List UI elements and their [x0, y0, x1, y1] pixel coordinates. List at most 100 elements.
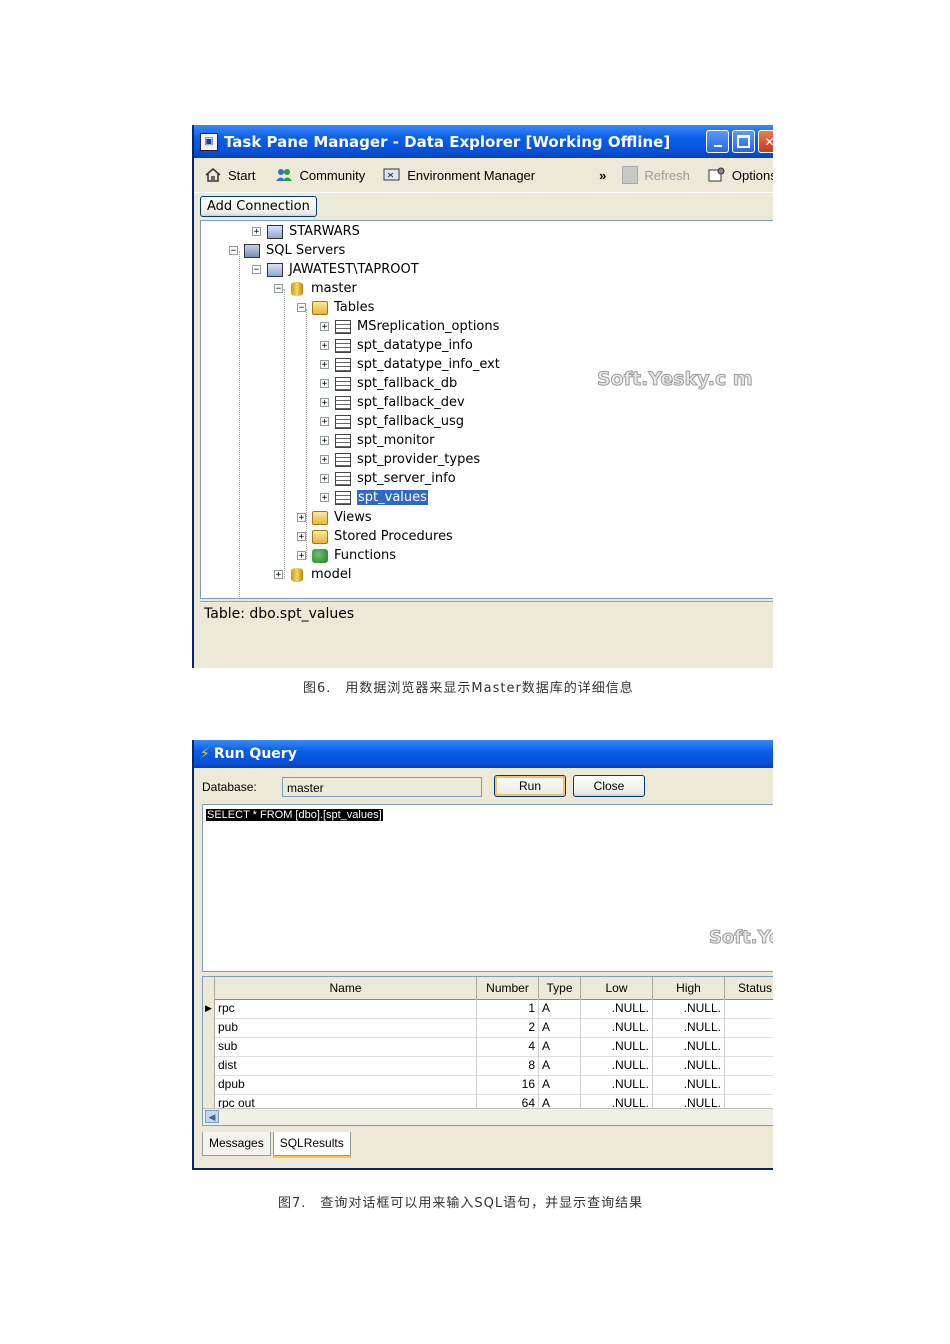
- expand-icon[interactable]: +: [297, 532, 306, 542]
- tree-node-label: spt_server_info: [357, 471, 456, 486]
- cell-name: dpub: [215, 1075, 477, 1094]
- cell-type: A: [539, 1075, 581, 1094]
- tree-node-table[interactable]: + spt_provider_types: [320, 450, 480, 469]
- tree-node-sql-servers[interactable]: − SQL Servers: [229, 241, 345, 260]
- tree-node-tables[interactable]: − Tables: [297, 298, 374, 317]
- refresh-button[interactable]: Refresh: [622, 166, 690, 184]
- tree-node-table[interactable]: + spt_datatype_info: [320, 336, 473, 355]
- tree-node-table[interactable]: + spt_monitor: [320, 431, 435, 450]
- toolbar: Start Community Environment Manager » Re…: [194, 158, 773, 193]
- add-connection-button[interactable]: Add Connection: [200, 195, 317, 217]
- cell-high: .NULL.: [653, 1037, 725, 1056]
- tree-node-table[interactable]: + spt_server_info: [320, 469, 456, 488]
- scroll-left-icon[interactable]: ◀: [205, 1110, 219, 1123]
- expand-icon[interactable]: +: [320, 341, 329, 351]
- current-row-indicator-icon: ▶: [203, 999, 215, 1018]
- tree-node-starwars[interactable]: + STARWARS: [252, 222, 360, 241]
- tree-node-server[interactable]: − JAWATEST\TAPROOT: [252, 260, 419, 279]
- minimize-button[interactable]: [706, 130, 729, 153]
- table-icon: [335, 452, 351, 467]
- column-header[interactable]: Number: [477, 977, 539, 999]
- tree-node-table-selected[interactable]: + spt_values: [320, 488, 429, 507]
- column-header[interactable]: Low: [581, 977, 653, 999]
- cell-status: [725, 1018, 773, 1037]
- collapse-icon[interactable]: −: [229, 246, 238, 256]
- sql-editor[interactable]: SELECT * FROM [dbo].[spt_values] Soft.Ye: [202, 804, 773, 972]
- expand-icon[interactable]: +: [320, 493, 329, 503]
- start-label: Start: [228, 167, 256, 183]
- maximize-button[interactable]: [732, 130, 755, 153]
- close-window-button[interactable]: ✕: [758, 130, 773, 153]
- table-row[interactable]: ▶ rpc 1 A .NULL. .NULL.: [203, 999, 773, 1019]
- expand-icon[interactable]: +: [320, 322, 329, 332]
- tree-guide-line: [284, 289, 285, 579]
- expand-icon[interactable]: +: [252, 227, 261, 237]
- refresh-label: Refresh: [644, 167, 690, 183]
- database-row: Database: master Run Close: [202, 775, 773, 798]
- collapse-icon[interactable]: −: [252, 265, 261, 275]
- tree-node-table[interactable]: + spt_datatype_info_ext: [320, 355, 500, 374]
- expand-icon[interactable]: +: [274, 570, 283, 580]
- horizontal-scrollbar[interactable]: ◀: [203, 1108, 773, 1125]
- cell-name: dist: [215, 1056, 477, 1075]
- options-icon: [708, 167, 726, 183]
- home-icon: [204, 167, 222, 183]
- tree-node-master[interactable]: − master: [274, 279, 357, 298]
- column-header[interactable]: High: [653, 977, 725, 999]
- community-label: Community: [299, 167, 366, 183]
- toolbar-overflow-chevron[interactable]: »: [599, 168, 606, 183]
- table-row[interactable]: dist 8 A .NULL. .NULL.: [203, 1056, 773, 1076]
- cell-type: A: [539, 999, 581, 1018]
- collapse-icon[interactable]: −: [297, 303, 306, 313]
- expand-icon[interactable]: +: [320, 474, 329, 484]
- tab-messages[interactable]: Messages: [202, 1132, 271, 1156]
- tree-node-label: spt_fallback_db: [357, 376, 458, 391]
- row-header-corner: [203, 977, 215, 999]
- collapse-icon[interactable]: −: [274, 284, 283, 294]
- data-explorer-tree[interactable]: + STARWARS − SQL Servers − JAWATEST\TAPR…: [200, 220, 773, 599]
- start-button[interactable]: Start: [204, 167, 255, 183]
- run-button[interactable]: Run: [494, 775, 566, 797]
- tree-node-table[interactable]: + spt_fallback_dev: [320, 393, 465, 412]
- column-header[interactable]: Name: [215, 977, 477, 999]
- database-field[interactable]: master: [282, 777, 482, 797]
- tab-sqlresults[interactable]: SQLResults: [272, 1132, 351, 1156]
- environment-manager-icon: [383, 167, 401, 183]
- community-button[interactable]: Community: [275, 167, 365, 183]
- tree-node-label: spt_monitor: [357, 433, 435, 448]
- tree-node-table[interactable]: + spt_fallback_usg: [320, 412, 464, 431]
- expand-icon[interactable]: +: [320, 398, 329, 408]
- tree-node-stored-procedures[interactable]: + Stored Procedures: [297, 527, 453, 546]
- tree-guide-line: [239, 251, 240, 598]
- table-row[interactable]: pub 2 A .NULL. .NULL.: [203, 1018, 773, 1038]
- close-button[interactable]: Close: [573, 775, 645, 797]
- tree-node-table[interactable]: + spt_fallback_db: [320, 374, 457, 393]
- expand-icon[interactable]: +: [320, 360, 329, 370]
- expand-icon[interactable]: +: [320, 379, 329, 389]
- tree-node-functions[interactable]: + Functions: [297, 546, 396, 565]
- cell-high: .NULL.: [653, 1018, 725, 1037]
- sql-query-text: SELECT * FROM [dbo].[spt_values]: [206, 809, 383, 821]
- server-icon: [267, 262, 283, 277]
- column-header[interactable]: Type: [539, 977, 581, 999]
- tree-node-views[interactable]: + Views: [297, 508, 372, 527]
- environment-manager-button[interactable]: Environment Manager: [383, 167, 535, 183]
- expand-icon[interactable]: +: [320, 455, 329, 465]
- tree-node-label: Stored Procedures: [334, 529, 453, 544]
- tree-node-label: STARWARS: [289, 224, 360, 239]
- column-header[interactable]: Status: [725, 977, 773, 999]
- options-button[interactable]: Options: [708, 167, 773, 183]
- expand-icon[interactable]: +: [297, 513, 306, 523]
- tree-node-model[interactable]: + model: [274, 565, 351, 584]
- cell-type: A: [539, 1056, 581, 1075]
- results-grid[interactable]: Name Number Type Low High Status ▶ rpc 1…: [202, 976, 773, 1126]
- table-row[interactable]: dpub 16 A .NULL. .NULL.: [203, 1075, 773, 1095]
- tree-node-table[interactable]: + MSreplication_options: [320, 317, 499, 336]
- expand-icon[interactable]: +: [320, 417, 329, 427]
- tree-node-label: spt_datatype_info_ext: [357, 357, 500, 372]
- table-row[interactable]: sub 4 A .NULL. .NULL.: [203, 1037, 773, 1057]
- table-icon: [335, 357, 351, 372]
- expand-icon[interactable]: +: [320, 436, 329, 446]
- tree-node-label: Views: [334, 510, 372, 525]
- expand-icon[interactable]: +: [297, 551, 306, 561]
